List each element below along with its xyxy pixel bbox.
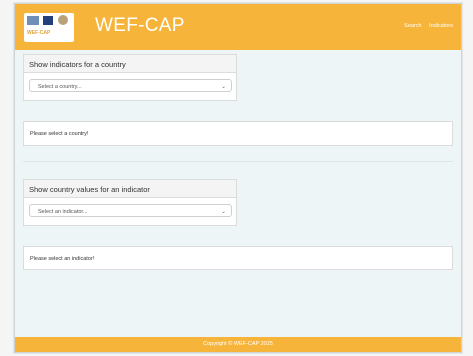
app-window: WEF-CAP WEF-CAP Search Indicators Show i…	[14, 3, 462, 353]
top-nav: Search Indicators	[398, 23, 453, 29]
seal-mark	[58, 15, 68, 25]
country-panel-body: Select a country... ⌄	[23, 73, 237, 101]
divider	[23, 161, 453, 162]
country-message: Please select a country!	[30, 131, 89, 137]
logo-mark-1	[27, 16, 39, 25]
indicator-select-value: Select an indicator...	[38, 209, 88, 215]
indicator-panel-title: Show country values for an indicator	[29, 185, 150, 194]
country-panel-header: Show indicators for a country	[23, 54, 237, 73]
country-panel-title: Show indicators for a country	[29, 60, 126, 69]
country-select[interactable]: Select a country... ⌄	[29, 79, 232, 92]
logo-text: WEF-CAP	[27, 30, 51, 36]
indicator-message-box: Please select an indicator!	[23, 246, 453, 270]
nav-link-indicators[interactable]: Indicators	[429, 23, 453, 29]
chevron-down-icon: ⌄	[220, 84, 226, 90]
app-title: WEF-CAP	[95, 15, 185, 36]
footer: Copyright © WEF-CAP 2025	[15, 337, 461, 352]
indicator-message: Please select an indicator!	[30, 256, 95, 262]
chevron-down-icon: ⌄	[220, 209, 226, 215]
indicator-panel-header: Show country values for an indicator	[23, 179, 237, 198]
eu-flag-mark	[43, 16, 53, 25]
header-bar: WEF-CAP WEF-CAP Search Indicators	[15, 4, 461, 50]
indicator-select[interactable]: Select an indicator... ⌄	[29, 204, 232, 217]
copyright-text: Copyright © WEF-CAP 2025	[203, 341, 273, 347]
logo[interactable]: WEF-CAP	[24, 13, 74, 42]
country-select-value: Select a country...	[38, 84, 82, 90]
country-message-box: Please select a country!	[23, 121, 453, 146]
indicator-panel-body: Select an indicator... ⌄	[23, 198, 237, 226]
nav-link-search[interactable]: Search	[404, 23, 421, 29]
